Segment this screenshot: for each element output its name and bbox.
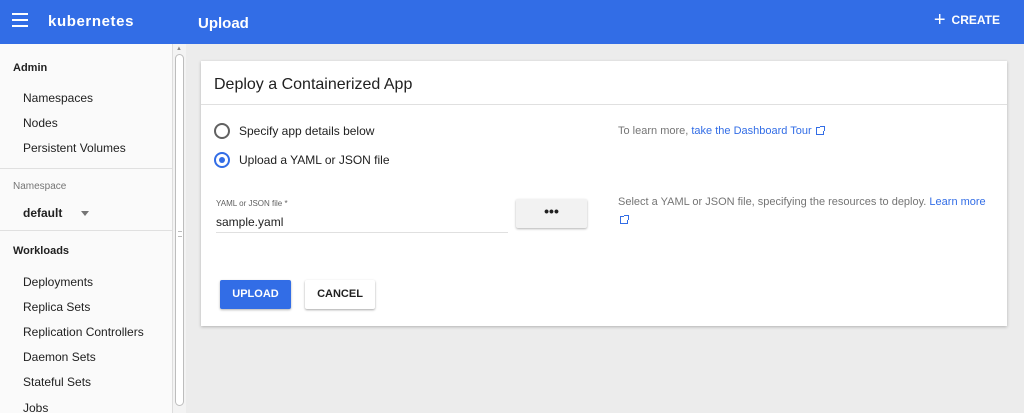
- file-help-description: Select a YAML or JSON file, specifying t…: [618, 196, 927, 208]
- sidebar-divider: [0, 168, 172, 169]
- dashboard-tour-text: To learn more, take the Dashboard Tour: [618, 122, 825, 140]
- dashboard-tour-link[interactable]: take the Dashboard Tour: [691, 125, 811, 137]
- sidebar-item-stateful-sets[interactable]: Stateful Sets: [23, 375, 91, 389]
- scroll-up-arrow-icon[interactable]: ▲: [176, 46, 182, 52]
- sidebar-divider: [0, 230, 172, 231]
- sidebar-item-nodes[interactable]: Nodes: [23, 116, 58, 130]
- learn-more-link[interactable]: Learn more: [929, 196, 985, 208]
- scrollbar-thumb[interactable]: [175, 54, 184, 406]
- cancel-button[interactable]: CANCEL: [305, 280, 375, 309]
- file-path-input[interactable]: sample.yaml: [216, 213, 508, 233]
- sidebar-heading-admin[interactable]: Admin: [13, 62, 47, 74]
- namespace-select[interactable]: default: [23, 206, 89, 220]
- dropdown-caret-icon: [81, 210, 89, 216]
- sidebar-scrollbar[interactable]: ▲: [172, 44, 186, 413]
- card-divider: [201, 104, 1007, 105]
- file-field-label: YAML or JSON file *: [216, 199, 288, 208]
- radio-button[interactable]: [214, 123, 230, 139]
- file-help-text: Select a YAML or JSON file, specifying t…: [618, 193, 998, 229]
- sidebar-item-daemon-sets[interactable]: Daemon Sets: [23, 350, 96, 364]
- tour-prefix: To learn more,: [618, 125, 689, 137]
- hamburger-menu-icon[interactable]: [12, 13, 30, 31]
- upload-button[interactable]: UPLOAD: [220, 280, 291, 309]
- deploy-card: Deploy a Containerized App Specify app d…: [201, 61, 1007, 326]
- plus-icon: +: [933, 9, 946, 31]
- create-button[interactable]: + CREATE: [933, 9, 1000, 31]
- sidebar-item-replication-controllers[interactable]: Replication Controllers: [23, 325, 144, 339]
- sidebar-item-persistent-volumes[interactable]: Persistent Volumes: [23, 141, 126, 155]
- external-link-icon[interactable]: [620, 215, 629, 224]
- sidebar-item-jobs[interactable]: Jobs: [23, 401, 48, 413]
- page-title: Upload: [198, 15, 249, 32]
- app-brand[interactable]: kubernetes: [48, 13, 134, 30]
- scrollbar-grip: [178, 231, 182, 237]
- sidebar-item-deployments[interactable]: Deployments: [23, 275, 93, 289]
- namespace-value: default: [23, 206, 63, 220]
- sidebar-item-replica-sets[interactable]: Replica Sets: [23, 300, 90, 314]
- radio-label: Specify app details below: [239, 124, 375, 138]
- radio-upload-file[interactable]: Upload a YAML or JSON file: [214, 152, 390, 168]
- namespace-label: Namespace: [13, 181, 67, 192]
- external-link-icon[interactable]: [815, 126, 825, 135]
- sidebar-item-namespaces[interactable]: Namespaces: [23, 91, 93, 105]
- radio-label: Upload a YAML or JSON file: [239, 153, 390, 167]
- radio-specify-app-details[interactable]: Specify app details below: [214, 123, 374, 139]
- top-app-bar: kubernetes Upload + CREATE: [0, 0, 1024, 44]
- browse-file-button[interactable]: •••: [516, 199, 587, 228]
- create-label: CREATE: [951, 13, 1000, 27]
- sidebar: Admin Namespaces Nodes Persistent Volume…: [0, 44, 172, 413]
- card-title: Deploy a Containerized App: [214, 76, 413, 93]
- sidebar-heading-workloads[interactable]: Workloads: [13, 245, 69, 257]
- radio-button-checked[interactable]: [214, 152, 230, 168]
